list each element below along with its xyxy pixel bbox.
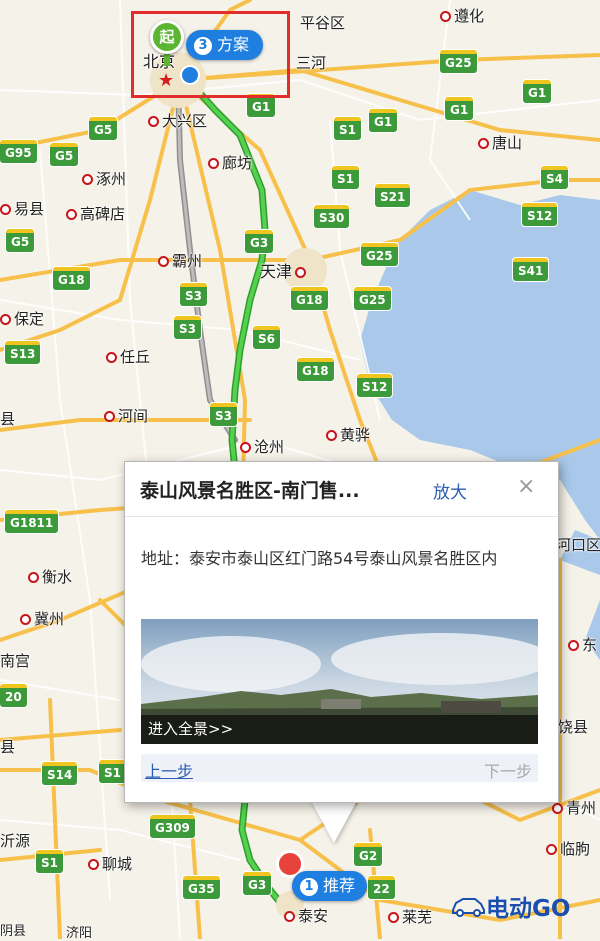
watermark-text: 电动GO (486, 896, 571, 922)
recommend-number: 1 (300, 878, 318, 896)
highway-shield: G309 (150, 815, 195, 838)
city-label-zunhua: 遵化 (440, 5, 484, 26)
star-icon: ★ (158, 70, 175, 91)
city-label-laiwu: 莱芜 (388, 906, 432, 927)
highway-shield: G25 (361, 243, 398, 266)
highway-shield: G5 (89, 117, 118, 140)
city-label-hejian: 河间 (104, 405, 148, 426)
highway-shield: S12 (357, 374, 393, 397)
highway-shield: S1 (99, 760, 126, 783)
location-dot-icon[interactable] (180, 65, 200, 85)
start-marker[interactable]: 起 (150, 20, 184, 54)
popup-pointer (310, 799, 358, 843)
highway-shield: S41 (513, 258, 549, 281)
previous-step-link[interactable]: 上一步 (145, 758, 193, 782)
highway-shield: S6 (253, 326, 280, 349)
city-label-jiyang: 济阳 (66, 926, 93, 941)
highway-shield: S3 (210, 403, 237, 426)
city-label-xian2: 县 (0, 738, 16, 756)
poi-title: 泰山风景名胜区-南门售... (140, 480, 360, 502)
recommended-route-badge[interactable]: 1 推荐 (292, 871, 368, 901)
highway-shield: S21 (375, 184, 411, 207)
highway-shield: S12 (522, 203, 558, 226)
city-label-jizhou: 冀州 (20, 608, 64, 629)
highway-shield: G35 (183, 876, 220, 899)
highway-shield: G3 (243, 872, 272, 895)
city-label-gaobeidian: 高碑店 (66, 203, 125, 224)
highway-shield: G18 (291, 287, 328, 310)
city-label-raoxian: 饶县 (558, 718, 589, 736)
city-label-dong: 东 (568, 634, 597, 655)
highway-shield: S14 (42, 762, 78, 785)
highway-shield: S3 (180, 283, 207, 306)
plan-label: 方案 (217, 35, 250, 54)
highway-shield: S3 (174, 316, 201, 339)
highway-shield: G1 (523, 80, 552, 103)
city-label-tangshan: 唐山 (478, 132, 522, 153)
city-label-cangzhou: 沧州 (240, 436, 284, 457)
highway-shield: S1 (36, 850, 63, 873)
car-icon (452, 898, 485, 917)
highway-shield: 20 (0, 684, 27, 707)
divider (125, 516, 558, 517)
enter-panorama-link[interactable]: 进入全景>> (141, 715, 538, 744)
next-step-link: 下一步 (483, 762, 532, 781)
highway-shield: G2 (354, 843, 383, 866)
city-label-pinyin: 阴县 (0, 924, 27, 939)
highway-shield: G18 (53, 267, 90, 290)
highway-shield: G5 (6, 229, 35, 252)
watermark-logo: 电动GO (450, 888, 570, 924)
highway-shield: S1 (334, 117, 361, 140)
highway-shield: S4 (541, 166, 568, 189)
poi-info-popup: 泰山风景名胜区-南门售... 放大 × 地址：泰安市泰山区红门路54号泰山风景名… (124, 461, 559, 803)
highway-shield: G18 (297, 358, 334, 381)
highway-shield: 22 (368, 876, 395, 899)
highway-shield: G1 (369, 109, 398, 132)
city-label-baoding: 保定 (0, 308, 44, 329)
city-label-bazhou: 霸州 (158, 250, 202, 271)
highway-shield: S1 (332, 166, 359, 189)
city-label-liaocheng: 聊城 (88, 853, 132, 874)
highway-shield: G1 (445, 97, 474, 120)
city-label-nangong: 南宫 (0, 652, 31, 670)
city-label-pinggu: 平谷区 (300, 14, 346, 32)
city-label-taian: 泰安 (284, 905, 328, 926)
close-icon[interactable]: × (517, 474, 535, 499)
city-label-zhuozhou: 涿州 (82, 168, 126, 189)
zoom-in-link[interactable]: 放大 (433, 478, 467, 503)
city-label-tianjin: 天津 (260, 258, 309, 282)
highway-shield: G1811 (5, 510, 59, 533)
city-label-linqu: 临朐 (546, 838, 590, 859)
highway-shield: S30 (314, 205, 350, 228)
city-label-yixian: 易县 (0, 198, 44, 219)
highway-shield: G3 (245, 230, 274, 253)
poi-address: 地址：泰安市泰山区红门路54号泰山风景名胜区内 (141, 549, 498, 568)
city-label-langfang: 廊坊 (208, 152, 252, 173)
recommend-label: 推荐 (323, 876, 356, 895)
city-label-sanhe: 三河 (296, 54, 327, 72)
city-label-yiyuan: 沂源 (0, 832, 31, 850)
plan-count: 3 (194, 37, 212, 55)
step-navigation-bar: 上一步 下一步 (141, 754, 538, 782)
city-label-huanghua: 黄骅 (326, 424, 370, 445)
city-label-hengshui: 衡水 (28, 566, 72, 587)
city-label-daxing: 大兴区 (148, 110, 207, 131)
city-label-renqiu: 任丘 (106, 346, 150, 367)
city-label-xian1: 县 (0, 410, 16, 428)
city-label-hekou: 河口区 (556, 536, 600, 554)
highway-shield: G5 (50, 143, 79, 166)
route-plan-badge[interactable]: 3 方案 (186, 30, 264, 60)
highway-shield: S13 (5, 341, 41, 364)
highway-shield: G25 (440, 50, 477, 73)
highway-shield: G25 (354, 287, 391, 310)
panorama-thumbnail[interactable]: 进入全景>> (141, 619, 538, 744)
highway-shield: G95 (0, 140, 37, 163)
